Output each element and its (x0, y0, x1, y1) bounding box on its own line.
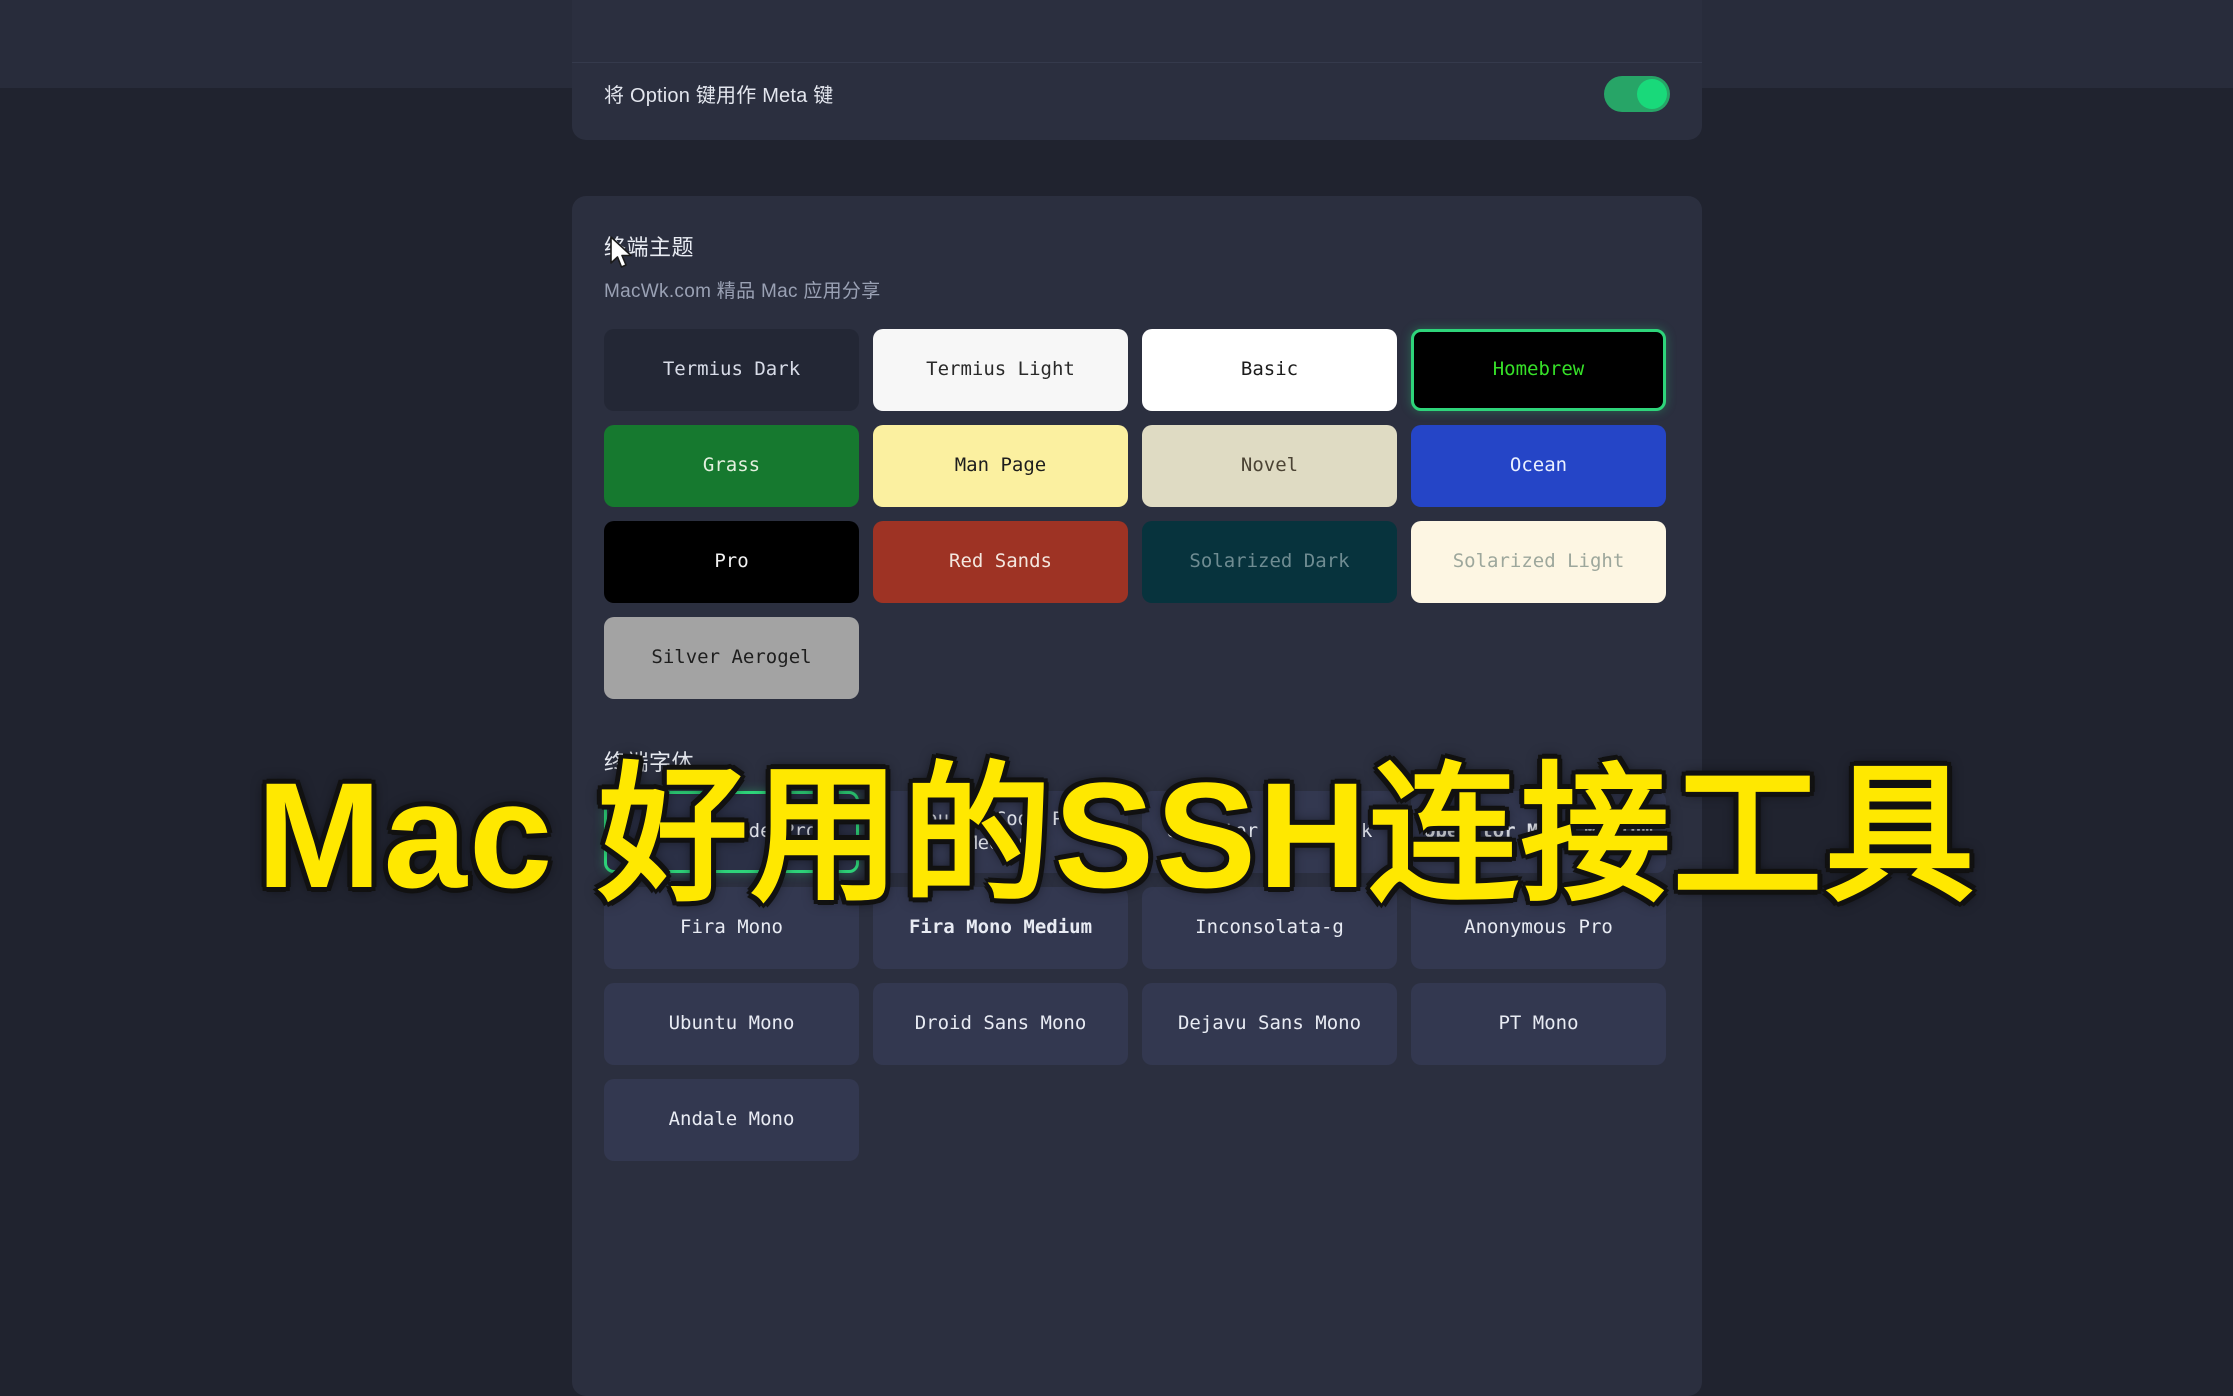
font-tile[interactable]: Operator Mono Book (1142, 791, 1397, 873)
theme-tile[interactable]: Termius Dark (604, 329, 859, 411)
terminal-theme-title: 终端主题 (604, 235, 695, 260)
appearance-settings-card: 终端主题 MacWk.com 精品 Mac 应用分享 Termius Dark T… (572, 196, 1702, 1396)
theme-tile[interactable]: Red Sands (873, 521, 1128, 603)
font-tile[interactable]: Operator Mono Medium (1411, 791, 1666, 873)
font-tile[interactable]: Andale Mono (604, 1079, 859, 1161)
settings-page: 将 Option 键用作 Meta 键 终端主题 MacWk.com 精品 Ma… (0, 0, 2233, 1396)
toggle-knob (1637, 78, 1667, 109)
font-tile[interactable]: Droid Sans Mono (873, 983, 1128, 1065)
font-tile[interactable]: Source Code Pro Medium (873, 791, 1128, 873)
font-tile[interactable]: Dejavu Sans Mono (1142, 983, 1397, 1065)
theme-tile[interactable]: Grass (604, 425, 859, 507)
theme-tile[interactable]: Pro (604, 521, 859, 603)
option-as-meta-label: 将 Option 键用作 Meta 键 (604, 85, 834, 107)
theme-tile[interactable]: Man Page (873, 425, 1128, 507)
font-tile[interactable]: Inconsolata-g (1142, 887, 1397, 969)
theme-tile[interactable]: Ocean (1411, 425, 1666, 507)
theme-tile[interactable]: Solarized Dark (1142, 521, 1397, 603)
font-tile[interactable]: Fira Mono Medium (873, 887, 1128, 969)
option-as-meta-toggle[interactable] (1604, 75, 1670, 112)
theme-tile[interactable]: Homebrew (1411, 329, 1666, 411)
font-tile[interactable]: Anonymous Pro (1411, 887, 1666, 969)
theme-tile[interactable]: Termius Light (873, 329, 1128, 411)
theme-grid: Termius Dark Termius Light Basic Homebrew Gr… (604, 329, 1670, 699)
theme-tile[interactable]: Solarized Light (1411, 521, 1666, 603)
font-grid: Source Code Pro Source Code Pro Medium Ope… (604, 791, 1670, 1161)
font-tile[interactable]: Ubuntu Mono (604, 983, 859, 1065)
terminal-font-title: 终端字体 (604, 750, 695, 775)
terminal-theme-subtitle: MacWk.com 精品 Mac 应用分享 (604, 281, 881, 302)
font-tile[interactable]: Source Code Pro (604, 791, 859, 873)
font-tile[interactable]: PT Mono (1411, 983, 1666, 1065)
keyboard-settings-card: 将 Option 键用作 Meta 键 (572, 0, 1702, 140)
settings-column: 将 Option 键用作 Meta 键 终端主题 MacWk.com 精品 Ma… (572, 0, 1702, 1396)
theme-tile[interactable]: Silver Aerogel (604, 617, 859, 699)
font-tile[interactable]: Fira Mono (604, 887, 859, 969)
theme-tile[interactable]: Novel (1142, 425, 1397, 507)
theme-tile[interactable]: Basic (1142, 329, 1397, 411)
option-as-meta-row[interactable]: 将 Option 键用作 Meta 键 (572, 62, 1702, 124)
